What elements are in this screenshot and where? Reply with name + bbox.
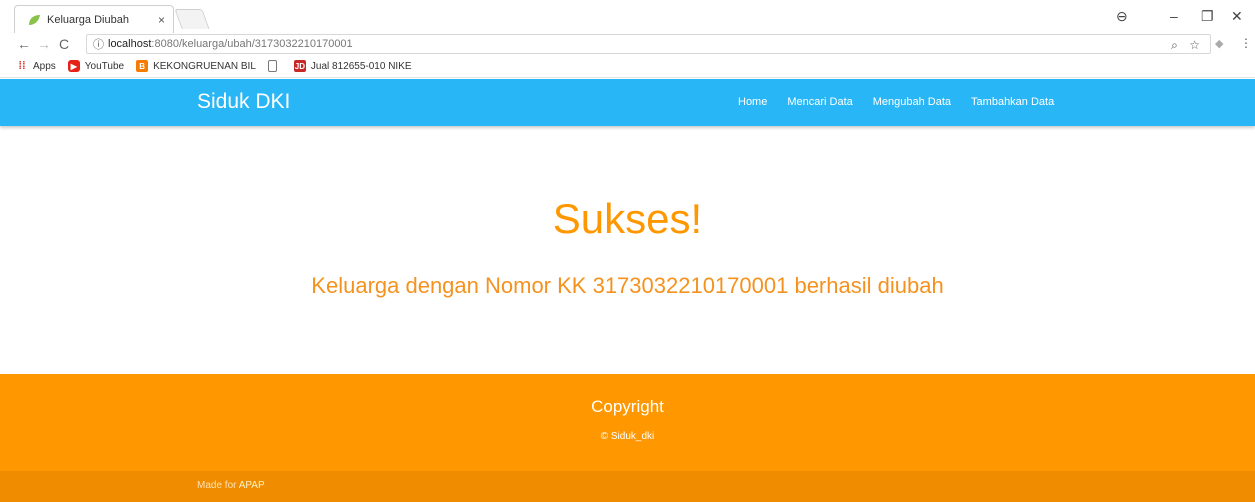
nav-link-home[interactable]: Home [738,96,767,108]
blogger-icon: B [136,60,149,72]
jd-icon: JD [293,60,306,72]
back-icon[interactable]: ← [14,36,34,52]
star-icon[interactable]: ☆ [1189,38,1200,52]
footer-title: Copyright [591,397,664,416]
bookmark-youtube[interactable]: ▶ YouTube [67,60,124,72]
tab-title: Keluarga Diubah [47,13,129,26]
minimize-icon[interactable]: – [1170,8,1178,24]
url-path: :8080/keluarga/ubah/3173032210170001 [151,38,353,50]
bookmark-apps[interactable]: ⁞⁞ Apps [16,60,55,72]
restore-icon[interactable]: ❐ [1201,8,1214,25]
footer-bottom-bar: Made for APAP [0,471,1255,502]
bookmark-jd[interactable]: JD Jual 812655-010 NIKE [293,60,412,72]
document-icon [267,60,277,72]
address-bar[interactable]: ⓘ localhost:8080/keluarga/ubah/317303221… [86,34,1211,54]
success-headline: Sukses! [552,195,703,242]
made-for-text: Made for APAP [197,480,265,491]
menu-kebab-icon[interactable]: ⋮ [1240,36,1252,50]
info-icon[interactable]: ⓘ [93,36,104,52]
omnibox-actions: ⌕ ☆ [1171,38,1200,53]
zoom-icon[interactable]: ⌕ [1171,38,1178,52]
site-navbar: Siduk DKI Home Mencari Data Mengubah Dat… [0,79,1255,126]
footer-copyright: © Siduk_dki [600,431,655,442]
nav-link-mengubah-data[interactable]: Mengubah Data [873,96,951,108]
bookmarks-bar: ⁞⁞ Apps ▶ YouTube B KEKONGRUENAN BIL JD … [0,55,1255,78]
profile-icon[interactable]: ⊖ [1116,8,1128,25]
close-window-icon[interactable]: ✕ [1231,8,1243,25]
bookmark-blogger[interactable]: B KEKONGRUENAN BIL [136,60,256,72]
browser-tabstrip: Keluarga Diubah × ⊖ – ❐ ✕ [0,0,1255,33]
reload-icon[interactable]: C [54,36,74,52]
browser-toolbar: ← → C ⓘ localhost:8080/keluarga/ubah/317… [0,33,1255,55]
extension-icon[interactable]: ◆ [1215,37,1223,50]
browser-tab[interactable]: Keluarga Diubah × [14,5,174,33]
bookmark-document[interactable] [267,60,282,72]
url-host: localhost [108,38,152,50]
nav-links: Home Mencari Data Mengubah Data Tambahka… [738,96,1074,108]
brand-logo[interactable]: Siduk DKI [197,90,290,114]
apap-link[interactable]: APAP [239,480,265,491]
nav-link-tambahkan-data[interactable]: Tambahkan Data [971,96,1054,108]
apps-grid-icon: ⁞⁞ [18,60,26,72]
nav-link-mencari-data[interactable]: Mencari Data [787,96,852,108]
youtube-icon: ▶ [67,60,80,72]
success-message: Keluarga dengan Nomor KK 317303221017000… [311,273,944,298]
footer: Copyright © Siduk_dki [0,374,1255,471]
forward-icon[interactable]: → [34,36,54,52]
leaf-favicon-icon [29,14,40,25]
new-tab-button[interactable] [174,9,210,29]
tab-close-icon[interactable]: × [158,13,165,27]
